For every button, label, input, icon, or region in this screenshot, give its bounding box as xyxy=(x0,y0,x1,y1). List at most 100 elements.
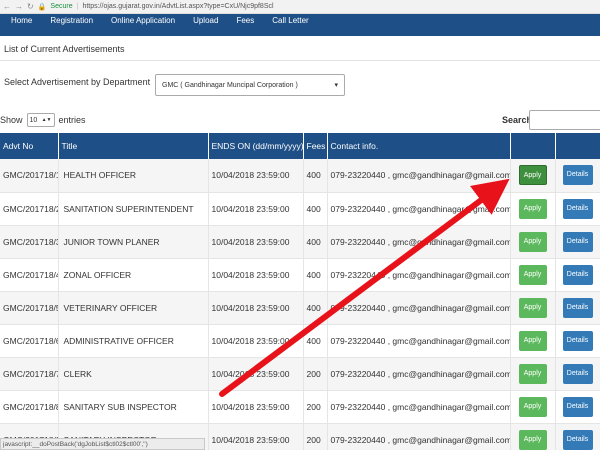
section-title: List of Current Advertisements xyxy=(4,44,125,54)
address-bar[interactable]: ← → ↻ 🔒 Secure | https://ojas.gujarat.go… xyxy=(0,0,600,14)
details-cell: Details xyxy=(555,423,600,450)
apply-button[interactable]: Apply xyxy=(518,363,547,384)
apply-cell: Apply xyxy=(510,291,556,324)
title-cell: CLERK xyxy=(58,357,209,390)
apply-button[interactable]: Apply xyxy=(518,165,547,186)
updown-icon: ▲▼ xyxy=(41,117,52,123)
contact-cell: 079-23220440 , gmc@gandhinagar@gmail.com xyxy=(327,291,511,324)
lock-icon: 🔒 xyxy=(37,3,47,11)
details-button[interactable]: Details xyxy=(562,396,593,417)
apply-cell: Apply xyxy=(510,423,556,450)
fees-cell: 200 xyxy=(303,423,328,450)
advt-no-cell: GMC/201718/5 xyxy=(0,291,59,324)
details-button[interactable]: Details xyxy=(562,165,593,186)
contact-cell: 079-23220440 , gmc@gandhinagar@gmail.com xyxy=(327,324,511,357)
advt-no-cell: GMC/201718/4 xyxy=(0,258,59,291)
apply-button[interactable]: Apply xyxy=(518,330,547,351)
title-cell: JUNIOR TOWN PLANER xyxy=(58,225,209,258)
details-cell: Details xyxy=(555,258,600,291)
nav-item-registration[interactable]: Registration xyxy=(41,14,102,25)
apply-button[interactable]: Apply xyxy=(518,396,547,417)
table-row: GMC/201718/6 ADMINISTRATIVE OFFICER 10/0… xyxy=(0,324,600,357)
details-cell: Details xyxy=(555,192,600,225)
url-text[interactable]: https://ojas.gujarat.gov.in/AdvtList.asp… xyxy=(82,3,273,10)
details-button[interactable]: Details xyxy=(562,264,593,285)
fees-cell: 400 xyxy=(303,192,328,225)
search-input[interactable] xyxy=(529,110,600,130)
details-button[interactable]: Details xyxy=(562,363,593,384)
details-cell: Details xyxy=(555,159,600,192)
contact-cell: 079-23220440 , gmc@gandhinagar@gmail.com xyxy=(327,390,511,423)
title-cell: ADMINISTRATIVE OFFICER xyxy=(58,324,209,357)
ends-on-cell: 10/04/2018 23:59:00 xyxy=(208,357,304,390)
advt-no-cell: GMC/201718/2 xyxy=(0,192,59,225)
address-separator: | xyxy=(76,3,79,10)
fees-cell: 400 xyxy=(303,324,328,357)
header-advt-no[interactable]: Advt No xyxy=(0,133,59,159)
advertisements-table: Advt No Title ENDS ON (dd/mm/yyyy) Fees … xyxy=(0,133,600,450)
apply-button[interactable]: Apply xyxy=(518,231,547,252)
apply-button[interactable]: Apply xyxy=(518,264,547,285)
details-button[interactable]: Details xyxy=(562,330,593,351)
forward-icon[interactable]: → xyxy=(15,2,23,11)
apply-cell: Apply xyxy=(510,390,556,423)
details-cell: Details xyxy=(555,225,600,258)
apply-cell: Apply xyxy=(510,225,556,258)
apply-button[interactable]: Apply xyxy=(518,297,547,318)
nav-item-online-application[interactable]: Online Application xyxy=(102,14,184,25)
details-button[interactable]: Details xyxy=(562,198,593,219)
nav-item-home[interactable]: Home xyxy=(2,14,41,25)
details-button[interactable]: Details xyxy=(562,429,593,450)
advt-no-cell: GMC/201718/3 xyxy=(0,225,59,258)
ends-on-cell: 10/04/2018 23:59:00 xyxy=(208,390,304,423)
nav-item-call-letter[interactable]: Call Letter xyxy=(263,14,317,25)
header-contact-info[interactable]: Contact info. xyxy=(327,133,511,159)
details-button[interactable]: Details xyxy=(562,231,593,252)
apply-button[interactable]: Apply xyxy=(518,429,547,450)
header-apply xyxy=(510,133,556,159)
entries-length-select[interactable]: 10 ▲▼ xyxy=(26,113,55,127)
ends-on-cell: 10/04/2018 23:59:00 xyxy=(208,324,304,357)
contact-cell: 079-23220440 , gmc@gandhinagar@gmail.com xyxy=(327,258,511,291)
advt-no-cell: GMC/201718/7 xyxy=(0,357,59,390)
contact-cell: 079-23220440 , gmc@gandhinagar@gmail.com xyxy=(327,192,511,225)
contact-cell: 079-23220440 , gmc@gandhinagar@gmail.com xyxy=(327,423,511,450)
apply-cell: Apply xyxy=(510,159,556,192)
apply-button[interactable]: Apply xyxy=(518,198,547,219)
ends-on-cell: 10/04/2018 23:59:00 xyxy=(208,291,304,324)
advt-no-cell: GMC/201718/8 xyxy=(0,390,59,423)
table-row: GMC/201718/3 JUNIOR TOWN PLANER 10/04/20… xyxy=(0,225,600,258)
advt-no-cell: GMC/201718/1 xyxy=(0,159,59,192)
fees-cell: 400 xyxy=(303,225,328,258)
table-header-row: Advt No Title ENDS ON (dd/mm/yyyy) Fees … xyxy=(0,133,600,159)
table-row: GMC/201718/5 VETERINARY OFFICER 10/04/20… xyxy=(0,291,600,324)
department-label: Select Advertisement by Department xyxy=(4,77,151,87)
details-cell: Details xyxy=(555,357,600,390)
entries-length-value: 10 xyxy=(29,116,38,124)
advt-no-cell: GMC/201718/6 xyxy=(0,324,59,357)
header-fees[interactable]: Fees xyxy=(303,133,328,159)
department-select-value: GMC ( Gandhinagar Muncipal Corporation ) xyxy=(162,81,298,89)
header-ends-on[interactable]: ENDS ON (dd/mm/yyyy) xyxy=(208,133,304,159)
title-cell: SANITATION SUPERINTENDENT xyxy=(58,192,209,225)
contact-cell: 079-23220440 , gmc@gandhinagar@gmail.com xyxy=(327,225,511,258)
apply-cell: Apply xyxy=(510,258,556,291)
back-icon[interactable]: ← xyxy=(3,2,11,11)
department-select[interactable]: GMC ( Gandhinagar Muncipal Corporation )… xyxy=(155,74,345,96)
header-title[interactable]: Title xyxy=(58,133,209,159)
fees-cell: 200 xyxy=(303,390,328,423)
ends-on-cell: 10/04/2018 23:59:00 xyxy=(208,423,304,450)
table-row: GMC/201718/1 HEALTH OFFICER 10/04/2018 2… xyxy=(0,159,600,192)
fees-cell: 200 xyxy=(303,357,328,390)
title-cell: ZONAL OFFICER xyxy=(58,258,209,291)
contact-cell: 079-23220440 , gmc@gandhinagar@gmail.com xyxy=(327,357,511,390)
reload-icon[interactable]: ↻ xyxy=(27,2,34,11)
details-cell: Details xyxy=(555,324,600,357)
show-entries: Show 10 ▲▼ entries xyxy=(0,113,86,127)
table-row: GMC/201718/2 SANITATION SUPERINTENDENT 1… xyxy=(0,192,600,225)
header-details xyxy=(555,133,600,159)
nav-item-fees[interactable]: Fees xyxy=(227,14,263,25)
nav-item-upload[interactable]: Upload xyxy=(184,14,227,25)
details-button[interactable]: Details xyxy=(562,297,593,318)
table-row: GMC/201718/4 ZONAL OFFICER 10/04/2018 23… xyxy=(0,258,600,291)
